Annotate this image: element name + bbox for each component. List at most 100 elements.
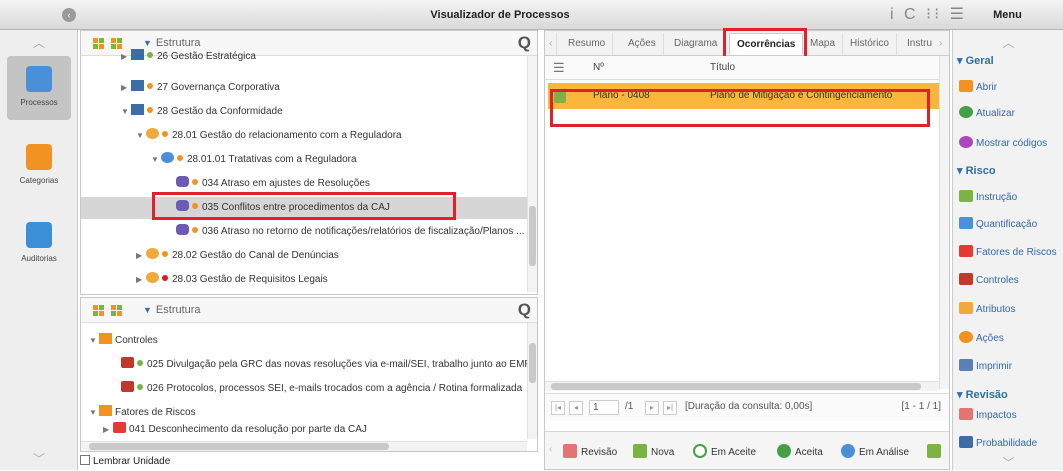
analysis-icon: [841, 444, 855, 458]
quantify-icon: [959, 217, 973, 229]
expand-collapse-icon[interactable]: [93, 305, 127, 317]
tree-node[interactable]: 036 Atraso no retorno de notificações/re…: [176, 221, 524, 243]
revisao-button[interactable]: Revisão: [563, 444, 617, 458]
tree-node[interactable]: 025 Divulgação pela GRC das novas resolu…: [121, 354, 537, 376]
grid-icon: [131, 104, 144, 115]
related-header: ▼ Estrutura Q: [81, 298, 537, 323]
control-icon: [959, 273, 973, 285]
left-navigation: ︿ Processos Categorias Auditorias ﹀: [0, 30, 78, 470]
impact-icon: [959, 408, 973, 420]
columns-menu-icon[interactable]: ☰: [553, 60, 565, 76]
section-geral[interactable]: ▾ Geral: [957, 54, 994, 67]
action-scroll-left-icon[interactable]: ‹: [549, 444, 552, 455]
section-revisao[interactable]: ▾ Revisão: [957, 388, 1008, 401]
tree-node[interactable]: ▶ 041 Desconhecimento da resolução por pa…: [103, 422, 367, 436]
dropdown-icon: ▼: [143, 38, 152, 48]
nova-button[interactable]: Nova: [633, 444, 674, 458]
gear-icon: [146, 248, 159, 259]
structure-filter[interactable]: ▼ Estrutura: [143, 37, 201, 49]
menu-fatores-riscos[interactable]: Fatores de Riscos: [959, 245, 1057, 258]
tree-node[interactable]: ▼ Controles: [89, 330, 158, 352]
tree-node[interactable]: ▶ 27 Governança Corporativa: [121, 77, 280, 99]
search-icon[interactable]: Q: [518, 33, 531, 53]
nav-item-categorias[interactable]: Categorias: [7, 134, 71, 198]
column-number[interactable]: Nº: [593, 62, 604, 73]
search-icon[interactable]: Q: [518, 300, 531, 320]
remember-unit-checkbox[interactable]: Lembrar Unidade: [80, 455, 170, 467]
tree-node[interactable]: ▼ 28.01 Gestão do relacionamento com a Re…: [136, 125, 402, 147]
plan-icon: [554, 89, 566, 103]
tab-resumo[interactable]: Resumo: [561, 33, 614, 55]
menu-imprimir[interactable]: Imprimir: [959, 359, 1012, 372]
tree-node[interactable]: ▶ 26 Gestão Estratégica: [121, 49, 256, 61]
nav-scroll-down-icon[interactable]: ﹀: [0, 450, 78, 467]
menu-impactos[interactable]: Impactos: [959, 408, 1017, 421]
menu-acoes[interactable]: Ações: [959, 331, 1004, 344]
tree-scrollbar[interactable]: [527, 56, 537, 292]
menu-quantificacao[interactable]: Quantificação: [959, 217, 1037, 230]
tab-historico[interactable]: Histórico: [843, 33, 897, 55]
tab-instrucao[interactable]: Instru: [900, 33, 939, 55]
page-input[interactable]: 1: [589, 400, 619, 415]
tree-node-selected[interactable]: 035 Conflitos entre procedimentos da CAJ: [81, 197, 527, 219]
tab-diagrama[interactable]: Diagrama: [667, 33, 726, 55]
menu-scroll-down-icon[interactable]: ﹀: [953, 454, 1063, 471]
code-icon: [959, 136, 973, 148]
em-aceite-button[interactable]: Em Aceite: [693, 444, 756, 458]
cell-title: Plano de Mitigação e Contingenciamento: [710, 90, 893, 101]
menu-mostrar-codigos[interactable]: Mostrar códigos: [959, 136, 1047, 149]
grid-hscrollbar[interactable]: [545, 381, 939, 391]
next-page-icon[interactable]: ▸: [645, 401, 659, 415]
action-scroll-right-icon[interactable]: [927, 444, 941, 458]
gear-icon: [959, 331, 973, 343]
menu-button[interactable]: Menu: [952, 0, 1063, 30]
nav-scroll-up-icon[interactable]: ︿: [0, 34, 78, 51]
menu-controles[interactable]: Controles: [959, 273, 1019, 286]
last-page-icon[interactable]: ▸|: [663, 401, 677, 415]
structure-filter[interactable]: ▼ Estrutura: [143, 304, 201, 316]
tab-mapa[interactable]: Mapa: [803, 33, 844, 55]
tree-node[interactable]: 026 Protocolos, processos SEI, e-mails t…: [121, 378, 522, 400]
detail-pane: ‹ Resumo Ações Diagrama Ocorrências Mapa…: [544, 28, 950, 470]
tree-node[interactable]: ▼ 28.01.01 Tratativas com a Reguladora: [151, 149, 357, 171]
title-bar: ‹ Visualizador de Processos i C ⁝⁝ ☰ Men…: [0, 0, 1063, 30]
gear-icon: [146, 128, 159, 139]
nav-item-processos[interactable]: Processos: [7, 56, 71, 120]
tab-scroll-right-icon[interactable]: ›: [937, 33, 944, 55]
table-row[interactable]: Plano - 0408 Plano de Mitigação e Contin…: [548, 83, 946, 109]
menu-scroll-up-icon[interactable]: ︿: [953, 34, 1063, 51]
em-analise-button[interactable]: Em Análise: [841, 444, 909, 458]
gear-icon: [146, 272, 159, 283]
menu-atributos[interactable]: Atributos: [959, 302, 1015, 315]
menu-probabilidade[interactable]: Probabilidade: [959, 436, 1037, 449]
grid-scrollbar[interactable]: [939, 56, 949, 389]
tree-node[interactable]: 034 Atraso em ajustes de Resoluções: [176, 173, 370, 195]
tab-acoes[interactable]: Ações: [621, 33, 664, 55]
folder-icon: [99, 333, 112, 344]
cell-number: Plano - 0408: [593, 90, 650, 101]
section-risco[interactable]: ▾ Risco: [957, 164, 996, 177]
tab-ocorrencias[interactable]: Ocorrências: [729, 33, 804, 55]
risk-icon: [176, 176, 189, 187]
risk-factor-icon: [113, 422, 126, 433]
gear-icon: [161, 152, 174, 163]
related-scrollbar[interactable]: [527, 323, 537, 439]
pencil-icon: [563, 444, 577, 458]
tree-node[interactable]: ▼ 28 Gestão da Conformidade: [121, 101, 283, 123]
menu-abrir[interactable]: Abrir: [959, 80, 997, 93]
nav-label: Processos: [20, 98, 58, 107]
prev-page-icon[interactable]: ◂: [569, 401, 583, 415]
tree-node[interactable]: ▶ 28.02 Gestão do Canal de Denúncias: [136, 245, 339, 267]
menu-atualizar[interactable]: Atualizar: [959, 106, 1015, 119]
dropdown-icon: ▼: [143, 305, 152, 315]
tree-node[interactable]: ▼ Fatores de Riscos: [89, 402, 196, 424]
menu-instrucao[interactable]: Instrução: [959, 190, 1017, 203]
attributes-icon: [959, 302, 973, 314]
first-page-icon[interactable]: |◂: [551, 401, 565, 415]
column-title[interactable]: Título: [710, 62, 735, 73]
aceita-button[interactable]: Aceita: [777, 444, 823, 458]
tab-scroll-left-icon[interactable]: ‹: [545, 33, 558, 55]
related-hscrollbar[interactable]: [81, 441, 527, 451]
nav-item-auditorias[interactable]: Auditorias: [7, 212, 71, 276]
tree-node[interactable]: ▶ 28.03 Gestão de Requisitos Legais: [136, 269, 328, 291]
